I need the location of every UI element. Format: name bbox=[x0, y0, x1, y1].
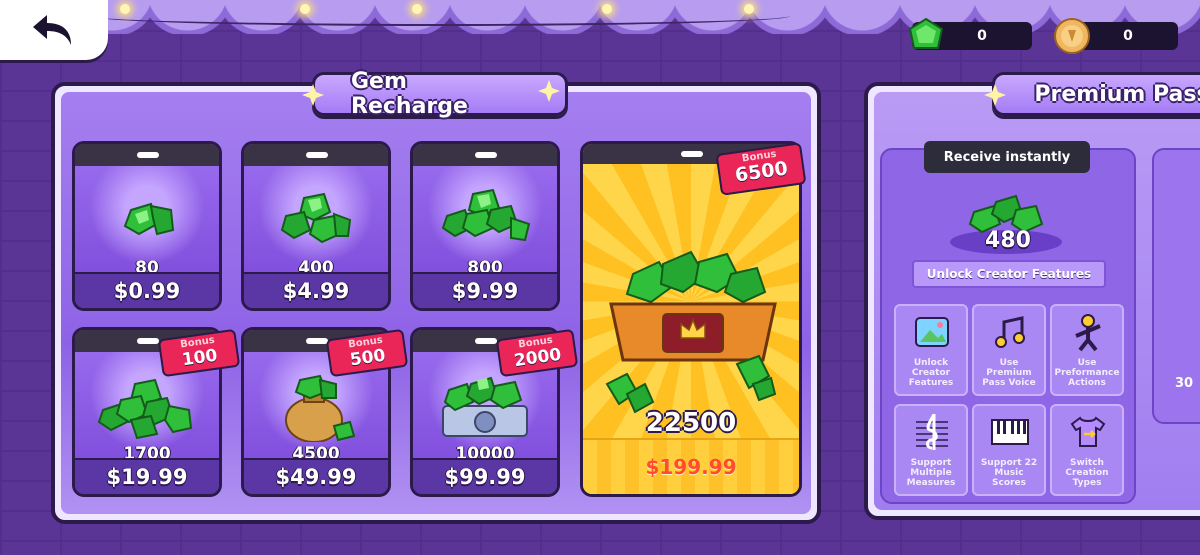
light-bulb bbox=[120, 4, 130, 14]
gold-coin-icon bbox=[1054, 18, 1090, 54]
feature-label: Switch Creation Types bbox=[1065, 458, 1109, 488]
piano-keys-icon bbox=[991, 419, 1029, 445]
gem-recharge-title-text: Gem Recharge bbox=[351, 69, 468, 119]
feature-label: Support 22 Music Scores bbox=[980, 458, 1038, 488]
image-icon bbox=[915, 317, 949, 347]
treble-clef-icon bbox=[916, 413, 948, 450]
music-note-icon bbox=[995, 316, 1025, 348]
featured-pack-amount: 22500 bbox=[645, 408, 737, 438]
gem-recharge-title: Gem Recharge bbox=[312, 69, 568, 119]
back-arrow-icon bbox=[33, 15, 71, 45]
gem-pack-price: $19.99 bbox=[75, 458, 219, 494]
gem-pack-price: $49.99 bbox=[244, 458, 388, 494]
sparkle-star-icon bbox=[302, 84, 324, 106]
feature-label: Use Premium Pass Voice bbox=[982, 358, 1036, 388]
feature-label: Unlock Creator Features bbox=[908, 358, 954, 388]
light-bulb bbox=[300, 4, 310, 14]
gem-crate-icon bbox=[442, 376, 528, 437]
gem-pack-price: $4.99 bbox=[244, 272, 388, 308]
gem-sack-icon bbox=[285, 374, 356, 442]
light-bulb bbox=[744, 4, 754, 14]
green-gem-icon bbox=[908, 17, 944, 49]
feature-tile: Unlock Creator Features bbox=[894, 304, 968, 396]
gem-pile-icon bbox=[441, 188, 531, 242]
feature-tile: Use Preformance Actions bbox=[1050, 304, 1124, 396]
unlock-creator-features-ribbon: Unlock Creator Features bbox=[912, 260, 1106, 288]
performer-icon bbox=[1075, 314, 1101, 352]
gem-balance-value: 0 bbox=[977, 28, 987, 44]
gem-pack-price: $99.99 bbox=[413, 458, 557, 494]
premium-pass-title-text: Premium Pass bbox=[1034, 81, 1200, 107]
gem-pack-card[interactable]: 80 $0.99 bbox=[72, 141, 222, 311]
gem-pack-card[interactable]: 800 $9.99 bbox=[410, 141, 560, 311]
light-string bbox=[90, 6, 790, 26]
coin-balance-value: 0 bbox=[1123, 28, 1133, 44]
sparkle-star-icon bbox=[984, 84, 1006, 106]
coin-balance: 0 bbox=[1054, 18, 1178, 54]
gem-balance: 0 bbox=[908, 17, 1032, 50]
premium-pass-gem-amount: 480 bbox=[985, 228, 1031, 253]
feature-tile: Support 22 Music Scores bbox=[972, 404, 1046, 496]
feature-tile: Use Premium Pass Voice bbox=[972, 304, 1046, 396]
gem-pack-price: $9.99 bbox=[413, 272, 557, 308]
light-bulb bbox=[412, 4, 422, 14]
feature-tile: Support Multiple Measures bbox=[894, 404, 968, 496]
feature-label: Use Preformance Actions bbox=[1054, 358, 1120, 388]
shirt-switch-icon bbox=[1070, 416, 1106, 447]
feature-label: Support Multiple Measures bbox=[906, 458, 956, 488]
feature-tile: Switch Creation Types bbox=[1050, 404, 1124, 496]
sparkle-star-icon bbox=[538, 80, 560, 102]
gem-pile-icon bbox=[280, 192, 352, 244]
receive-instantly-label: Receive instantly bbox=[924, 141, 1090, 173]
premium-pass-title: Premium Pass bbox=[992, 72, 1200, 116]
gem-pack-price: $0.99 bbox=[75, 272, 219, 308]
next-card-value: 30 bbox=[1175, 376, 1194, 391]
gem-pile-icon bbox=[123, 202, 175, 236]
back-button[interactable] bbox=[0, 0, 108, 60]
featured-gem-pack-card[interactable]: $199.99 bbox=[580, 141, 802, 497]
gem-pile-icon bbox=[97, 378, 193, 440]
light-bulb bbox=[602, 4, 612, 14]
featured-pack-price: $199.99 bbox=[583, 438, 799, 494]
gem-pack-card[interactable]: 400 $4.99 bbox=[241, 141, 391, 311]
